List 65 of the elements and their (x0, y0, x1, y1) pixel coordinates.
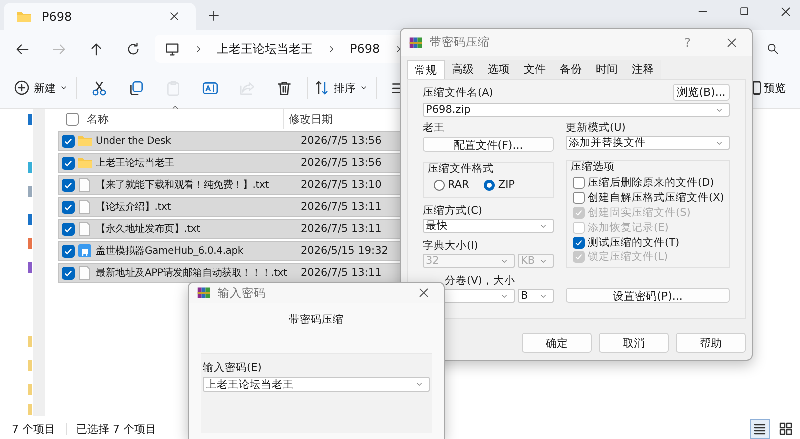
radio-option[interactable]: ZIP (484, 179, 515, 191)
tab[interactable]: 备份 (553, 60, 589, 79)
file-name: 最新地址及APP请发邮箱自动获取！！！.txt (96, 266, 288, 280)
checkbox-label: 创建固实压缩文件(S) (588, 206, 691, 220)
file-name: 【论坛介绍】.txt (96, 200, 172, 214)
status-text: 7 个项目 (12, 422, 56, 436)
field-label: 分卷(V)，大小 (445, 275, 516, 287)
file-date: 2026/7/5 13:11 (301, 201, 382, 213)
tab[interactable]: 常规 (407, 60, 445, 79)
field-label: 字典大小(I) (423, 240, 480, 252)
file-date: 2026/5/15 19:32 (301, 245, 388, 257)
field-label: 老王 (423, 122, 446, 134)
window-title: 带密码压缩 (430, 35, 491, 50)
update-mode-dropdown[interactable]: 添加并替换文件 (566, 136, 730, 150)
help-button[interactable]: 帮助 (676, 333, 746, 353)
checkbox-label: 锁定压缩文件(L) (588, 250, 668, 264)
tab[interactable]: P698 (4, 3, 196, 30)
field-label: 输入密码(E) (203, 362, 263, 374)
tab[interactable]: 文件 (517, 60, 553, 79)
group-label: 压缩文件格式 (428, 163, 495, 175)
checkbox-label: 压缩后删除原来的文件(D) (588, 176, 714, 190)
group-label: 压缩选项 (571, 161, 616, 173)
file-name: Under the Desk (96, 136, 172, 146)
cancel-button[interactable]: 取消 (599, 333, 669, 353)
tab-title: P698 (42, 10, 74, 24)
file-name: 盖世模拟器GameHub_6.0.4.apk (96, 244, 244, 258)
field-label: 压缩方式(C) (423, 205, 484, 217)
unit-dropdown[interactable]: B (518, 289, 554, 303)
radio-label: RAR (448, 179, 470, 191)
file-date: 2026/7/5 13:11 (301, 267, 382, 279)
file-date: 2026/7/5 13:56 (301, 157, 382, 169)
browse-button[interactable]: 浏览(B)... (673, 84, 730, 101)
file-date: 2026/7/5 13:56 (301, 135, 382, 147)
sort-button[interactable]: 排序 (314, 80, 368, 96)
tab[interactable]: 时间 (589, 60, 625, 79)
archive-name-field[interactable]: P698.zip (423, 103, 730, 117)
new-button[interactable]: 新建 (14, 80, 68, 96)
file-name: 【来了就能下载和观看！纯免费！】.txt (96, 178, 270, 192)
window-title: 输入密码 (218, 286, 267, 300)
ok-button[interactable]: 确定 (522, 333, 592, 353)
profile-button[interactable]: 配置文件(F)... (423, 137, 554, 152)
method-dropdown[interactable]: 最快 (423, 219, 554, 233)
field-label: 压缩文件名(A) (423, 86, 494, 98)
radio-label: ZIP (498, 179, 515, 191)
checkbox-label: 添加恢复记录(E) (588, 220, 669, 235)
dialog-heading: 带密码压缩 (288, 313, 345, 327)
tab[interactable]: 注释 (625, 60, 661, 79)
file-date: 2026/7/5 13:11 (301, 223, 382, 235)
radio-option[interactable]: RAR (434, 179, 470, 191)
breadcrumb-item[interactable]: 上老王论坛当老王 (217, 40, 313, 58)
checkbox-label: 创建自解压格式压缩文件(X) (588, 191, 724, 206)
breadcrumb-item[interactable]: P698 (350, 42, 380, 56)
file-date: 2026/7/5 13:10 (301, 179, 382, 191)
column-header[interactable]: 修改日期 (289, 112, 333, 126)
set-password-button[interactable]: 设置密码(P)... (566, 288, 730, 303)
tab[interactable]: 高级 (445, 60, 481, 79)
file-name: 【永久地址发布页】.txt (96, 222, 202, 236)
password-field[interactable]: 上老王论坛当老王 (203, 377, 430, 392)
file-name: 上老王论坛当老王 (96, 156, 176, 170)
column-header[interactable]: 名称 (87, 112, 109, 126)
tab[interactable]: 选项 (481, 60, 517, 79)
status-text: 已选择 7 个项目 (76, 422, 156, 436)
checkbox-label: 测试压缩的文件(T) (588, 236, 680, 250)
preview-button[interactable]: 预览 (753, 80, 786, 96)
field-label: 更新模式(U) (566, 122, 627, 134)
